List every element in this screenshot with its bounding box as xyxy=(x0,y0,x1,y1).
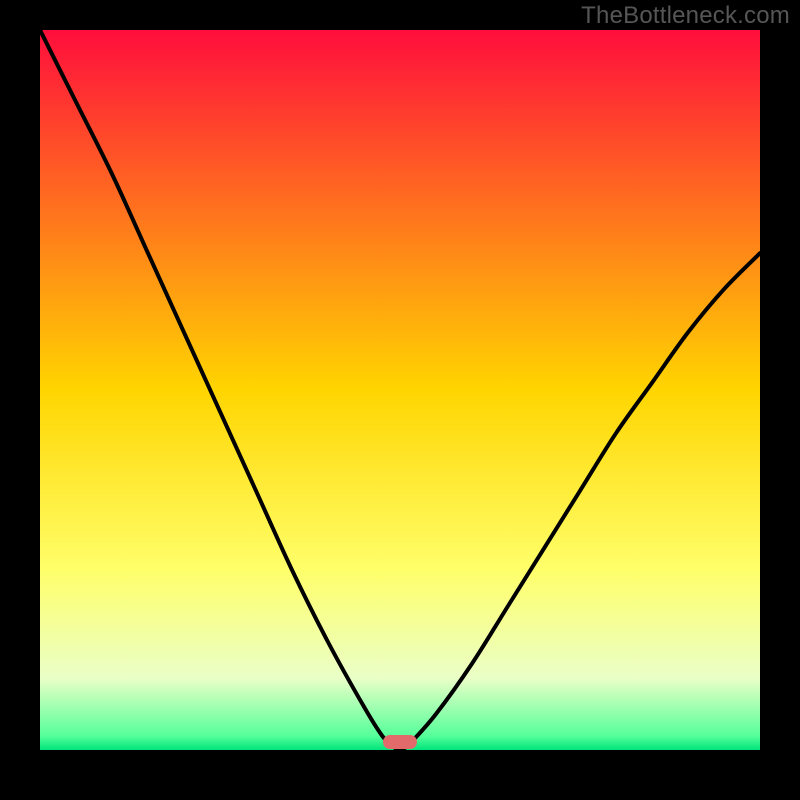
bottom-border xyxy=(0,750,800,800)
optimal-marker xyxy=(383,735,417,749)
plot-area xyxy=(40,30,760,750)
watermark-text: TheBottleneck.com xyxy=(581,2,790,30)
chart-frame: TheBottleneck.com xyxy=(0,0,800,800)
bottleneck-curve xyxy=(40,30,760,750)
bottleneck-curve-layer xyxy=(40,30,760,750)
